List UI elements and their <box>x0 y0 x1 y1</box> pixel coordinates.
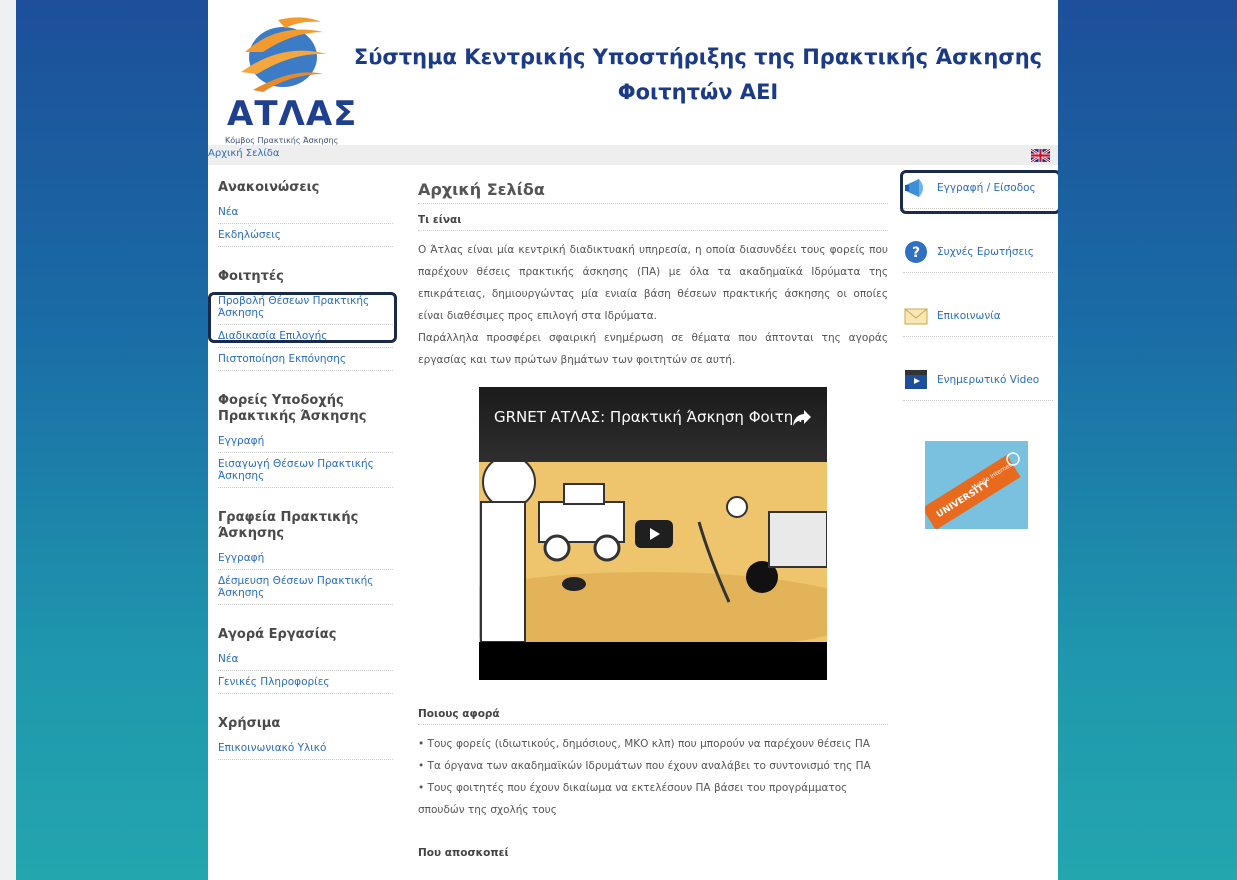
envelope-icon <box>904 308 928 325</box>
video-scene-illustration <box>479 455 827 652</box>
breadcrumb-home-link[interactable]: Αρχική Σελίδα <box>208 148 280 159</box>
play-icon <box>650 528 660 540</box>
sidebar-section-announcements: Ανακοινώσεις Νέα Εκδηλώσεις <box>218 180 393 247</box>
highlight-register-login <box>900 170 1058 214</box>
sidebar-nav: Ανακοινώσεις Νέα Εκδηλώσεις Φοιτητές Προ… <box>218 180 393 782</box>
sidebar-heading: Ανακοινώσεις <box>218 180 320 195</box>
sidebar-heading: Γραφεία Πρακτικής Άσκησης <box>218 510 359 541</box>
sidebar-item-news[interactable]: Νέα <box>218 204 393 224</box>
play-button[interactable] <box>635 520 673 548</box>
sidebar-item-events[interactable]: Εκδηλώσεις <box>218 227 393 247</box>
faq-label: Συχνές Ερωτήσεις <box>937 246 1034 258</box>
video-icon <box>905 370 927 389</box>
sidebar-item-reserve-positions[interactable]: Δέσμευση Θέσεων Πρακτικής Άσκησης <box>218 573 393 605</box>
intro-paragraph: Ο Άτλας είναι μία κεντρική διαδικτυακή υ… <box>418 244 888 322</box>
contact-link[interactable]: Επικοινωνία <box>903 296 1053 337</box>
faq-link[interactable]: ? Συχνές Ερωτήσεις <box>903 232 1053 273</box>
share-icon[interactable] <box>792 409 812 427</box>
uk-flag-icon[interactable] <box>1031 149 1050 162</box>
site-title-line1: Σύστημα Κεντρικής Υποστήριξης της Πρακτι… <box>353 45 1043 69</box>
sidebar-section-job-market: Αγορά Εργασίας Νέα Γενικές Πληροφορίες <box>218 627 393 694</box>
swoosh-logo-icon <box>241 17 327 92</box>
sidebar-item-office-register[interactable]: Εγγραφή <box>218 550 393 570</box>
sidebar-item-market-news[interactable]: Νέα <box>218 651 393 671</box>
sidebar-heading: Χρήσιμα <box>218 716 281 731</box>
sidebar-item-add-positions[interactable]: Εισαγωγή Θέσεων Πρακτικής Άσκησης <box>218 456 393 488</box>
site-title: Σύστημα Κεντρικής Υποστήριξης της Πρακτι… <box>348 40 1048 110</box>
main-content: Αρχική Σελίδα Τι είναι Ο Άτλας είναι μία… <box>418 180 888 371</box>
sidebar-item-general-info[interactable]: Γενικές Πληροφορίες <box>218 674 393 694</box>
what-is-heading: Τι είναι <box>418 214 888 231</box>
page-title: Αρχική Σελίδα <box>418 180 888 204</box>
logo-wordmark: ΑΤΛΑΣ <box>227 94 358 134</box>
list-item: • Τους φοιτητές που έχουν δικαίωμα να εκ… <box>418 782 848 816</box>
info-video-link[interactable]: Ενημερωτικό Video <box>903 360 1053 401</box>
sidebar-heading: Αγορά Εργασίας <box>218 627 337 642</box>
university-mobile-internet-banner[interactable]: UNIVERSITY Mobile Internet <box>921 441 1028 531</box>
video-control-bar <box>479 642 827 680</box>
breadcrumb: Αρχική Σελίδα <box>208 145 1058 165</box>
who-section: Ποιους αφορά • Τους φορείς (ιδιωτικούς, … <box>418 708 888 871</box>
video-title-bar: GRNET ΑΤΛΑΣ: Πρακτική Άσκηση Φοιτη... <box>479 387 827 462</box>
sidebar-item-communication-material[interactable]: Επικοινωνιακό Υλικό <box>218 740 393 760</box>
list-item: • Τα όργανα των ακαδημαϊκών Ιδρυμάτων πο… <box>418 760 871 772</box>
sidebar-heading: Φοιτητές <box>218 269 284 284</box>
sidebar-item-completion-certification[interactable]: Πιστοποίηση Εκπόνησης <box>218 351 393 371</box>
sidebar-section-host-organizations: Φορείς Υποδοχής Πρακτικής Άσκησης Εγγραφ… <box>218 393 393 488</box>
embedded-video[interactable]: GRNET ΑΤΛΑΣ: Πρακτική Άσκηση Φοιτη... <box>479 387 827 680</box>
sidebar-item-host-register[interactable]: Εγγραφή <box>218 433 393 453</box>
atlas-logo[interactable]: ΑΤΛΑΣ Κόμβος Πρακτικής Άσκησης <box>223 12 356 145</box>
market-paragraph: Παράλληλα προσφέρει σφαιρική ενημέρωση σ… <box>418 332 888 366</box>
logo-subtitle: Κόμβος Πρακτικής Άσκησης <box>225 136 339 145</box>
sidebar-heading: Φορείς Υποδοχής Πρακτικής Άσκησης <box>218 393 367 424</box>
sidebar-section-internship-offices: Γραφεία Πρακτικής Άσκησης Εγγραφή Δέσμευ… <box>218 510 393 605</box>
info-video-label: Ενημερωτικό Video <box>937 374 1040 386</box>
site-title-line2: Φοιτητών ΑΕΙ <box>617 80 779 104</box>
sidebar-section-useful: Χρήσιμα Επικοινωνιακό Υλικό <box>218 716 393 760</box>
svg-text:?: ? <box>912 245 920 261</box>
who-heading: Ποιους αφορά <box>418 708 888 725</box>
page-container: ΑΤΛΑΣ Κόμβος Πρακτικής Άσκησης Σύστημα Κ… <box>208 0 1058 880</box>
contact-label: Επικοινωνία <box>937 310 1001 322</box>
highlight-view-positions <box>208 292 397 343</box>
list-item: • Τους φορείς (ιδιωτικούς, δημόσιους, ΜΚ… <box>418 738 870 750</box>
aim-heading: Που αποσκοπεί <box>418 847 509 859</box>
help-icon: ? <box>905 241 927 263</box>
video-title[interactable]: GRNET ΑΤΛΑΣ: Πρακτική Άσκηση Φοιτη... <box>494 408 808 426</box>
